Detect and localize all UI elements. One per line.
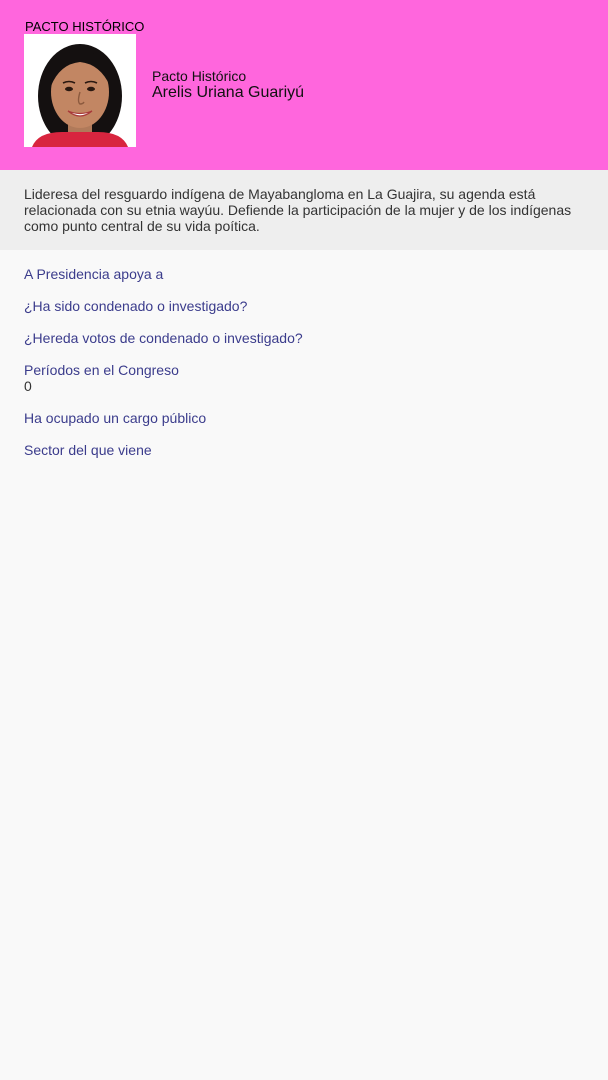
candidate-bio: Lideresa del resguardo indígena de Mayab… (0, 170, 608, 250)
facts-list: A Presidencia apoya a ¿Ha sido condenado… (0, 250, 608, 458)
fact-convicted: ¿Ha sido condenado o investigado? (24, 298, 584, 314)
fact-label: ¿Ha sido condenado o investigado? (24, 298, 248, 314)
header-text: Pacto Histórico Arelis Uriana Guariyú (152, 68, 304, 102)
candidate-photo (24, 34, 136, 147)
fact-presidency-support: A Presidencia apoya a (24, 266, 584, 282)
fact-congress-periods: Períodos en el Congreso 0 (24, 362, 584, 394)
party-name: Pacto Histórico (152, 68, 247, 84)
fact-label: Períodos en el Congreso (24, 362, 179, 378)
fact-label: Ha ocupado un cargo público (24, 410, 207, 426)
party-tag: PACTO HISTÓRICO (25, 19, 145, 34)
fact-label: A Presidencia apoya a (24, 266, 164, 282)
portrait-image (24, 34, 136, 147)
fact-value: 0 (24, 378, 32, 394)
candidate-header: PACTO HISTÓRICO Pacto Histórico Arelis U… (0, 0, 608, 170)
fact-inherits-votes: ¿Hereda votos de condenado o investigado… (24, 330, 584, 346)
candidate-name: Arelis Uriana Guariyú (152, 84, 305, 101)
fact-label: Sector del que viene (24, 442, 152, 458)
fact-sector: Sector del que viene (24, 442, 584, 458)
fact-public-office: Ha ocupado un cargo público (24, 410, 584, 426)
fact-label: ¿Hereda votos de condenado o investigado… (24, 330, 303, 346)
